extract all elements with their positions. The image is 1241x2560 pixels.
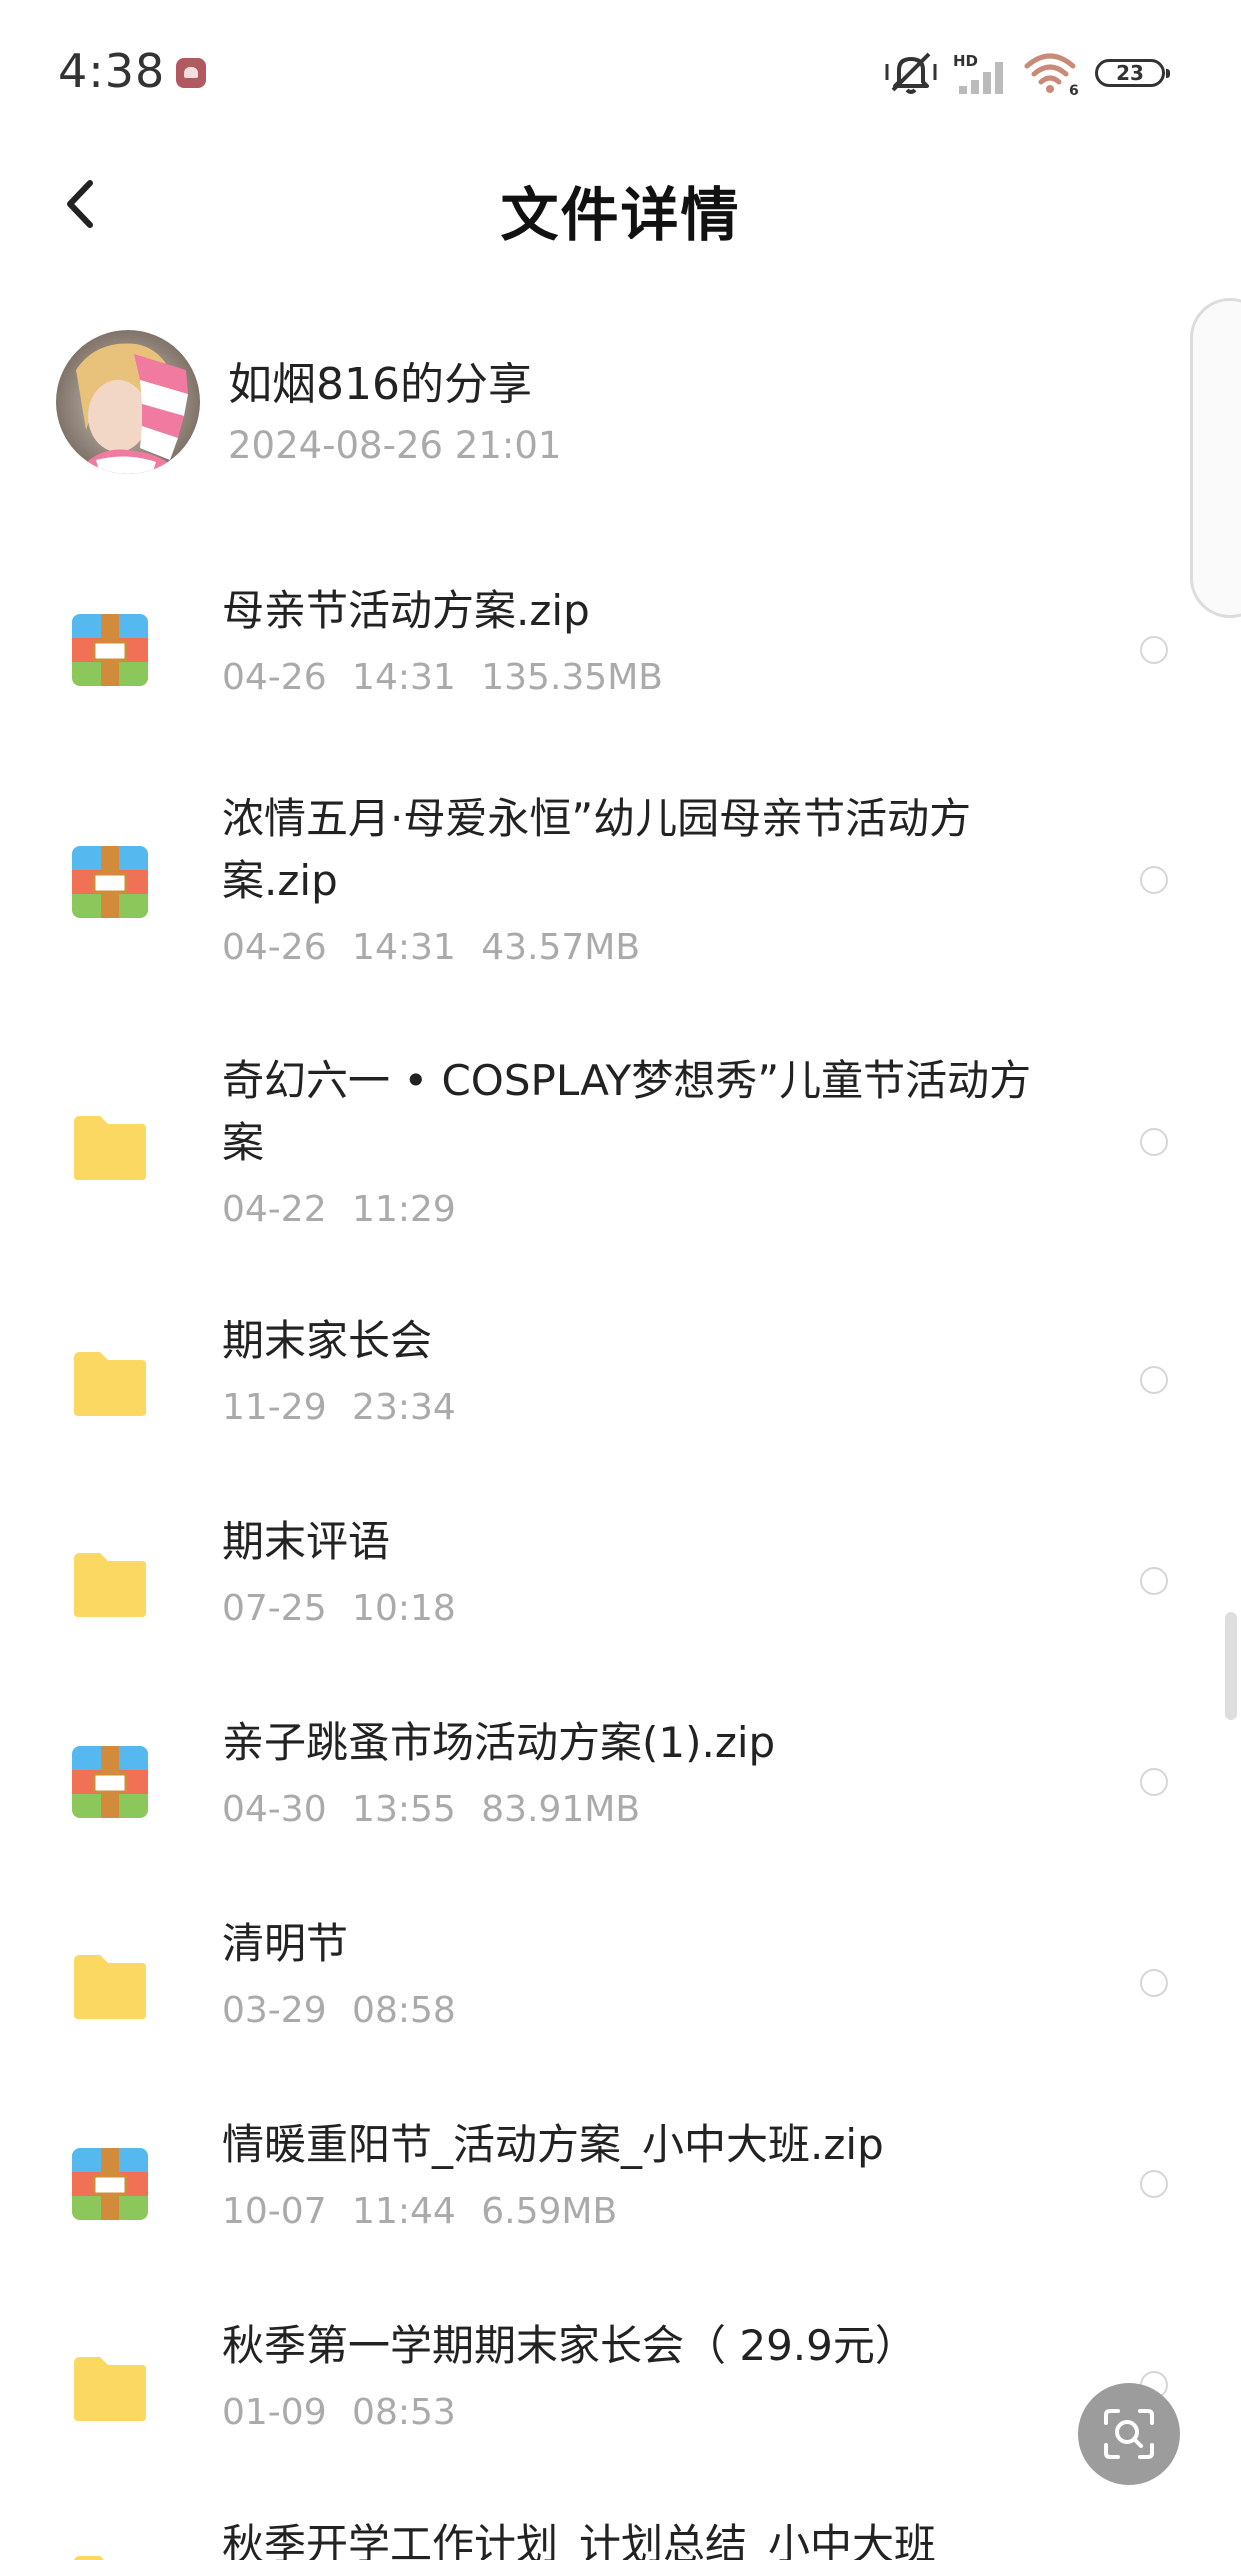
file-meta: 04-26 14:31 135.35MB (222, 657, 663, 698)
select-radio[interactable] (1140, 1128, 1168, 1156)
folder-icon (70, 1543, 150, 1623)
scan-search-icon (1104, 2409, 1154, 2459)
file-meta: 04-26 14:31 43.57MB (222, 927, 641, 968)
select-radio[interactable] (1140, 1366, 1168, 1394)
file-name: 浓情五月·母爱永恒”幼儿园母亲节活动方案.zip (222, 794, 972, 905)
file-name: 奇幻六一 • COSPLAY梦想秀”儿童节活动方案 (222, 1056, 1032, 1167)
select-radio[interactable] (1140, 2170, 1168, 2198)
file-meta: 04-22 11:29 (222, 1189, 456, 1230)
file-meta: 01-09 08:53 (222, 2392, 456, 2433)
file-name: 期末评语 (222, 1517, 391, 1566)
mute-icon (885, 50, 937, 96)
file-name: 秋季第一学期期末家长会（ 29.9元） (222, 2321, 917, 2370)
app-notification-icon (176, 58, 206, 88)
status-icons: HD 6 23 (885, 48, 1170, 98)
folder-icon (70, 1342, 150, 1422)
folder-icon (70, 1106, 150, 1186)
zip-archive-icon (70, 2144, 150, 2224)
file-name: 亲子跳蚤市场活动方案(1).zip (222, 1718, 776, 1767)
status-time: 4:38 (58, 44, 166, 98)
file-meta: 10-07 11:44 6.59MB (222, 2191, 618, 2232)
select-radio[interactable] (1140, 1567, 1168, 1595)
file-name: 期末家长会 (222, 1316, 433, 1365)
battery-level: 23 (1116, 61, 1144, 85)
zip-archive-icon (70, 610, 150, 690)
file-meta: 11-29 23:34 (222, 1387, 456, 1428)
file-name: 情暖重阳节_活动方案_小中大班.zip (222, 2120, 884, 2169)
zip-archive-icon (70, 1742, 150, 1822)
status-bar: 4:38 HD 6 23 (0, 0, 1241, 140)
network-label: HD (953, 52, 978, 70)
side-pull-tab[interactable] (1190, 298, 1241, 618)
folder-icon (70, 1945, 150, 2025)
file-item[interactable]: 秋季开学工作计划_计划总结_小中大班 (0, 2516, 1241, 2560)
share-info: 如烟816的分享 2024-08-26 21:01 (0, 320, 1241, 480)
scrollbar-thumb[interactable] (1225, 1612, 1237, 1720)
file-meta: 03-29 08:58 (222, 1990, 456, 2031)
folder-icon (70, 2546, 150, 2560)
scan-search-button[interactable] (1078, 2383, 1180, 2485)
zip-archive-icon (70, 842, 150, 922)
folder-icon (70, 2347, 150, 2427)
file-name: 母亲节活动方案.zip (222, 586, 590, 635)
wifi-label: 6 (1069, 83, 1079, 96)
page-title: 文件详情 (500, 181, 741, 249)
battery-icon: 23 (1095, 59, 1170, 87)
share-time: 2024-08-26 21:01 (228, 424, 562, 467)
signal-icon: HD (951, 50, 1009, 96)
file-name: 秋季开学工作计划_计划总结_小中大班 (222, 2520, 937, 2560)
select-radio[interactable] (1140, 1768, 1168, 1796)
file-name: 清明节 (222, 1919, 349, 1968)
select-radio[interactable] (1140, 636, 1168, 664)
wifi-icon: 6 (1023, 50, 1081, 96)
share-owner-name: 如烟816的分享 (228, 359, 532, 410)
file-meta: 04-30 13:55 83.91MB (222, 1789, 641, 1830)
file-meta: 07-25 10:18 (222, 1588, 456, 1629)
select-radio[interactable] (1140, 1969, 1168, 1997)
header-bar: 文件详情 (0, 140, 1241, 270)
avatar[interactable] (56, 330, 200, 474)
select-radio[interactable] (1140, 866, 1168, 894)
